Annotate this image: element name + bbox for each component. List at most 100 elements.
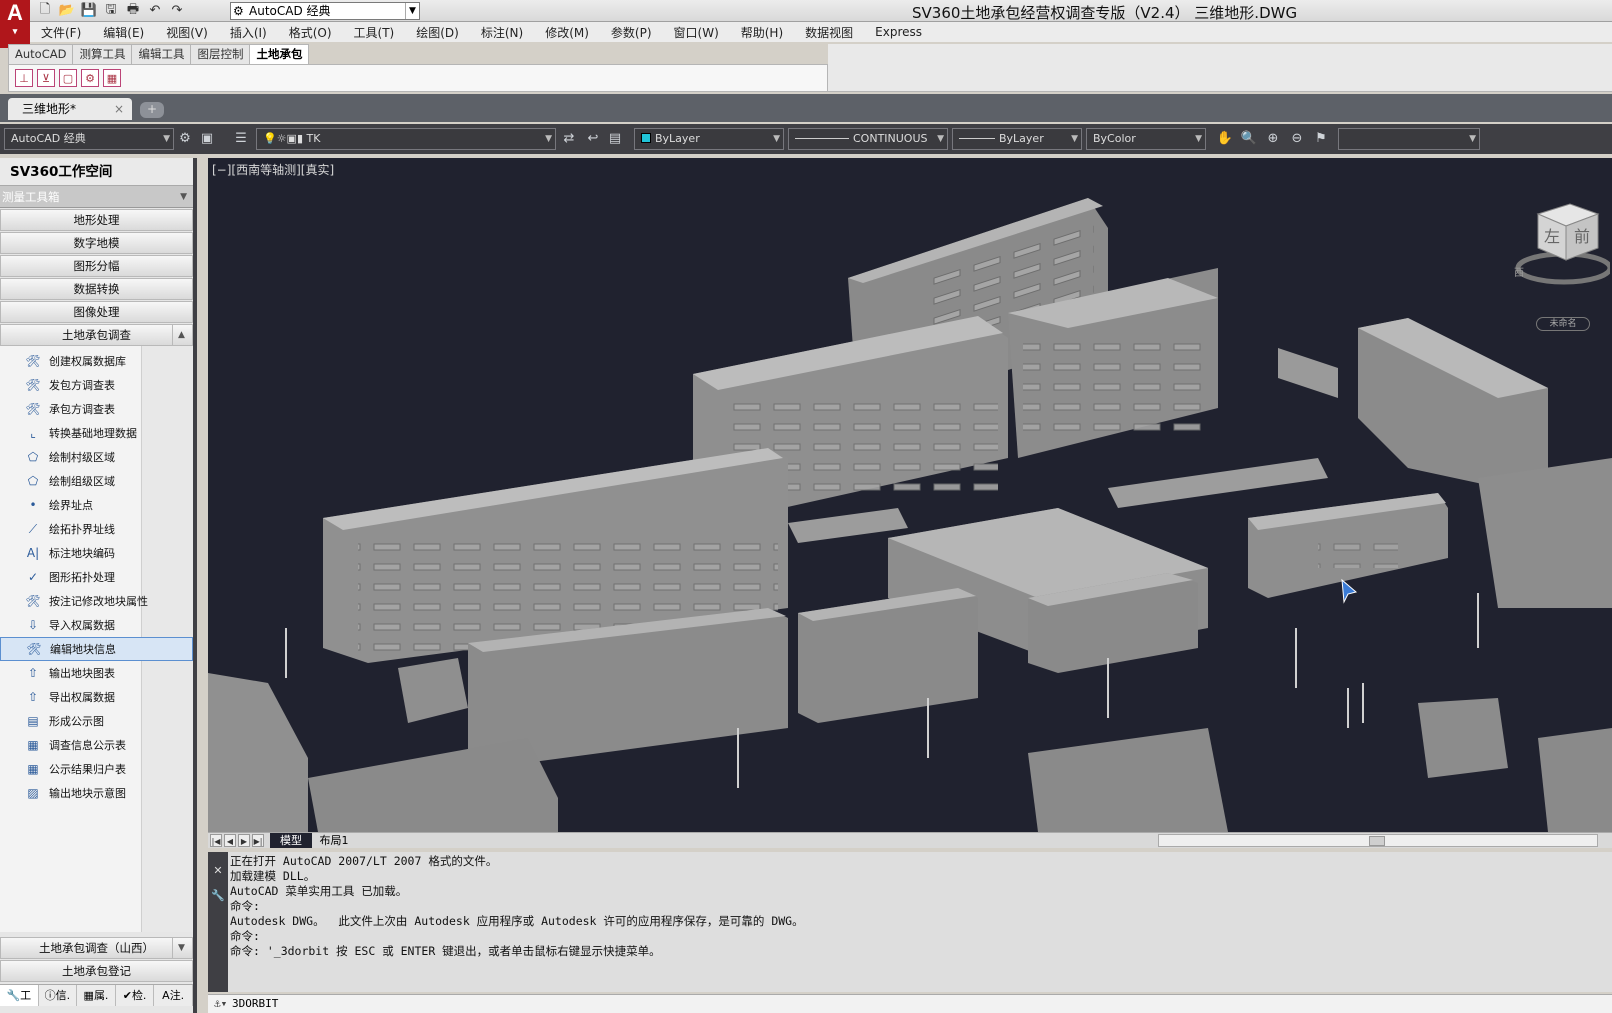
menu-edit[interactable]: 编辑(E) bbox=[92, 24, 155, 41]
palette-button-image[interactable]: 图像处理 bbox=[0, 301, 193, 323]
application-menu-button[interactable]: A ▾ bbox=[0, 0, 30, 48]
close-icon[interactable]: × bbox=[114, 98, 124, 120]
tool-public-map[interactable]: ▤ 形成公示图 bbox=[0, 709, 193, 733]
color-combo[interactable]: ByLayer ▼ bbox=[634, 128, 784, 150]
menu-view[interactable]: 视图(V) bbox=[155, 24, 219, 41]
building[interactable] bbox=[1358, 318, 1548, 498]
building[interactable] bbox=[1248, 493, 1448, 598]
layer-state-icon[interactable]: ▤ bbox=[606, 130, 624, 148]
tab-measure-tools[interactable]: 测算工具 bbox=[72, 44, 133, 64]
viewcube[interactable]: 左 前 西 bbox=[1506, 198, 1610, 288]
palette-section-dropdown[interactable]: 测量工具箱 ▼ bbox=[0, 186, 193, 208]
layer-previous-icon[interactable]: ↩ bbox=[584, 130, 602, 148]
palette-tab-tools[interactable]: 🔧工 bbox=[0, 985, 39, 1006]
tool-contractee-survey[interactable]: 🛠 承包方调查表 bbox=[0, 397, 193, 421]
building[interactable] bbox=[1108, 458, 1328, 508]
menu-draw[interactable]: 绘图(D) bbox=[405, 24, 470, 41]
ribbon-tool-3-icon[interactable]: ▢ bbox=[59, 69, 77, 87]
workspace-combo[interactable]: AutoCAD 经典 ▼ bbox=[4, 128, 174, 150]
workspace-dropdown[interactable]: ⚙ AutoCAD 经典 ▼ bbox=[230, 2, 420, 20]
tool-draw-group[interactable]: ⬠ 绘制组级区域 bbox=[0, 469, 193, 493]
menu-modify[interactable]: 修改(M) bbox=[534, 24, 600, 41]
viewcube-face-front[interactable]: 前 bbox=[1574, 227, 1590, 246]
tab-layer-control[interactable]: 图层控制 bbox=[190, 44, 251, 64]
building[interactable] bbox=[398, 658, 468, 723]
zoom-previous-icon[interactable]: ⊖ bbox=[1288, 130, 1306, 148]
tool-import-data[interactable]: ⇩ 导入权属数据 bbox=[0, 613, 193, 637]
tool-draw-boundary-point[interactable]: • 绘界址点 bbox=[0, 493, 193, 517]
prev-layout-icon[interactable]: ◀ bbox=[224, 834, 236, 847]
zoom-icon[interactable]: 🔍 bbox=[1240, 130, 1258, 148]
open-folder-icon[interactable]: 📂 bbox=[58, 2, 76, 19]
zoom-window-icon[interactable]: ⊕ bbox=[1264, 130, 1282, 148]
wrench-icon[interactable]: 🔧 bbox=[208, 889, 228, 902]
tool-draw-topology-line[interactable]: ⟋ 绘拓扑界址线 bbox=[0, 517, 193, 541]
palette-button-convert[interactable]: 数据转换 bbox=[0, 278, 193, 300]
tool-convert-base-data[interactable]: ⌞ 转换基础地理数据 bbox=[0, 421, 193, 445]
palette-button-sheet[interactable]: 图形分幅 bbox=[0, 255, 193, 277]
lineweight-combo[interactable]: ByLayer ▼ bbox=[952, 128, 1082, 150]
command-window-handle[interactable]: ✕ 🔧 bbox=[208, 852, 228, 992]
tab-autocad[interactable]: AutoCAD bbox=[8, 44, 74, 64]
menu-format[interactable]: 格式(O) bbox=[278, 24, 343, 41]
menu-parametric[interactable]: 参数(P) bbox=[600, 24, 663, 41]
tool-edit-parcel-info[interactable]: 🛠 编辑地块信息 bbox=[0, 637, 193, 661]
menu-express[interactable]: Express bbox=[864, 25, 933, 39]
palette-tab-attributes[interactable]: ▦属. bbox=[77, 985, 116, 1006]
building[interactable] bbox=[1418, 698, 1508, 778]
viewcube-face-left[interactable]: 左 bbox=[1544, 227, 1560, 246]
building[interactable] bbox=[1278, 348, 1338, 398]
palette-group-shanxi[interactable]: 土地承包调查（山西） ▼ bbox=[0, 937, 193, 959]
pan-hand-icon[interactable]: ✋ bbox=[1216, 130, 1234, 148]
menu-tools[interactable]: 工具(T) bbox=[343, 24, 406, 41]
palette-group-land-survey[interactable]: 土地承包调查 ▲ bbox=[0, 324, 193, 346]
palette-tab-annotation[interactable]: A注. bbox=[154, 985, 193, 1006]
linetype-combo[interactable]: CONTINUOUS ▼ bbox=[788, 128, 948, 150]
make-current-layer-icon[interactable]: ⇄ bbox=[560, 130, 578, 148]
tool-output-parcel-chart[interactable]: ⇧ 输出地块图表 bbox=[0, 661, 193, 685]
scrollbar-thumb[interactable] bbox=[1369, 836, 1385, 846]
ribbon-tool-1-icon[interactable]: ⊥ bbox=[15, 69, 33, 87]
redo-icon[interactable]: ↷ bbox=[168, 2, 186, 19]
plotstyle-combo[interactable]: ByColor ▼ bbox=[1086, 128, 1206, 150]
tab-layout1[interactable]: 布局1 bbox=[314, 833, 354, 848]
menu-data-view[interactable]: 数据视图 bbox=[794, 24, 864, 41]
building[interactable] bbox=[1538, 728, 1612, 832]
save-icon[interactable]: 💾 bbox=[80, 2, 98, 19]
menu-dimension[interactable]: 标注(N) bbox=[470, 24, 534, 41]
viewport-label[interactable]: [−][西南等轴测][真实] bbox=[212, 161, 334, 178]
menu-insert[interactable]: 插入(I) bbox=[219, 24, 278, 41]
document-tab[interactable]: 三维地形* × bbox=[8, 98, 132, 120]
workspace-settings-icon[interactable]: ▣ bbox=[198, 130, 216, 148]
menu-window[interactable]: 窗口(W) bbox=[663, 24, 730, 41]
building[interactable] bbox=[208, 673, 308, 832]
building[interactable] bbox=[308, 738, 558, 832]
tab-edit-tools[interactable]: 编辑工具 bbox=[131, 44, 192, 64]
ribbon-tool-5-icon[interactable]: ▦ bbox=[103, 69, 121, 87]
palette-button-dtm[interactable]: 数字地模 bbox=[0, 232, 193, 254]
ucs-name-label[interactable]: 未命名 bbox=[1536, 317, 1590, 331]
extra-combo[interactable]: ▼ bbox=[1338, 128, 1480, 150]
gear-icon[interactable]: ⚙ bbox=[176, 130, 194, 148]
close-icon[interactable]: ✕ bbox=[208, 864, 228, 877]
drawing-viewport[interactable]: [−][西南等轴测][真实] 左 前 西 未命名 bbox=[208, 158, 1612, 832]
command-input[interactable]: ⚓▾ 3DORBIT bbox=[208, 994, 1612, 1013]
new-tab-button[interactable]: + bbox=[140, 102, 164, 118]
tool-public-info-table[interactable]: ▦ 调查信息公示表 bbox=[0, 733, 193, 757]
horizontal-scrollbar[interactable] bbox=[1158, 834, 1598, 847]
tool-export-data[interactable]: ⇧ 导出权属数据 bbox=[0, 685, 193, 709]
properties-icon[interactable]: ⚑ bbox=[1312, 130, 1330, 148]
building[interactable] bbox=[1028, 728, 1228, 832]
first-layout-icon[interactable]: |◀ bbox=[210, 834, 222, 847]
palette-button-terrain[interactable]: 地形处理 bbox=[0, 209, 193, 231]
building[interactable] bbox=[798, 588, 978, 723]
palette-tab-check[interactable]: ✔检. bbox=[116, 985, 155, 1006]
tool-draw-village[interactable]: ⬠ 绘制村级区域 bbox=[0, 445, 193, 469]
next-layout-icon[interactable]: ▶ bbox=[238, 834, 250, 847]
menu-file[interactable]: 文件(F) bbox=[30, 24, 92, 41]
tab-land-contract[interactable]: 土地承包 bbox=[249, 44, 310, 64]
tool-contractor-survey[interactable]: 🛠 发包方调查表 bbox=[0, 373, 193, 397]
palette-tab-info[interactable]: ⓘ信. bbox=[39, 985, 78, 1006]
palette-button-registration[interactable]: 土地承包登记 bbox=[0, 960, 193, 982]
layer-manager-icon[interactable]: ☰ bbox=[232, 130, 250, 148]
